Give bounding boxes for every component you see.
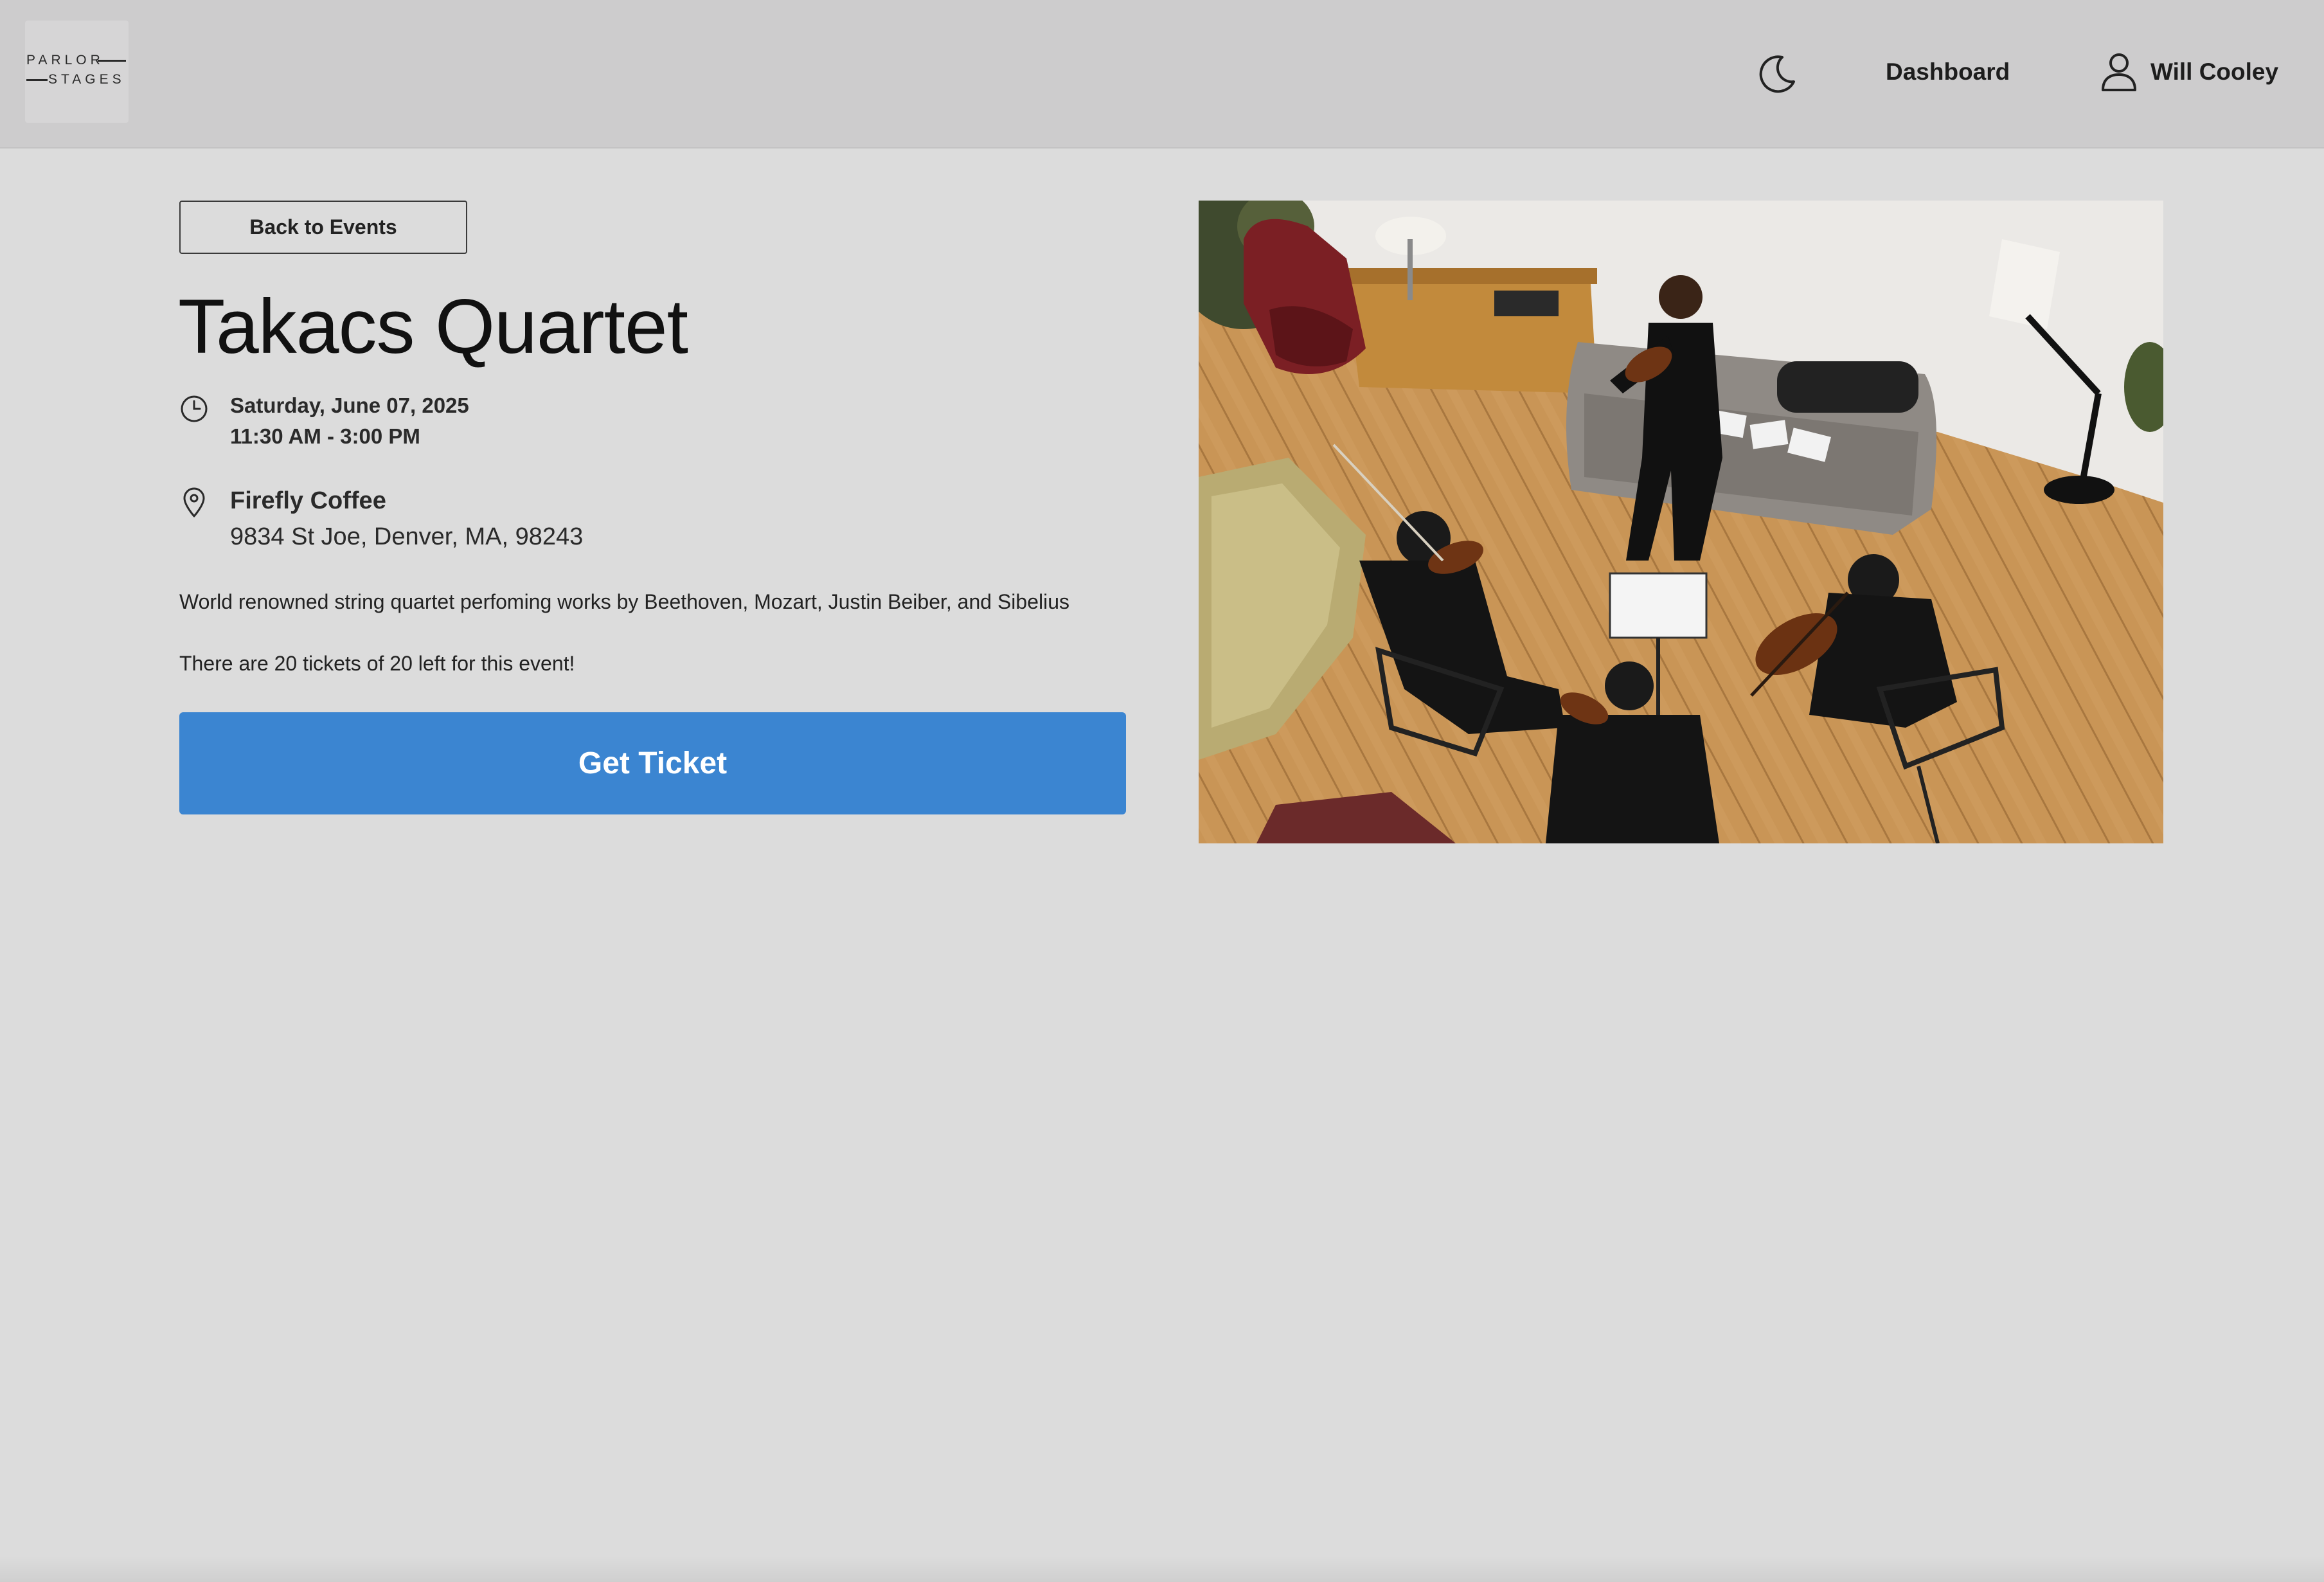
venue-address: 9834 St Joe, Denver, MA, 98243 bbox=[230, 523, 584, 550]
event-description: World renowned string quartet perfoming … bbox=[179, 590, 1070, 613]
logo-line-1: PARLOR bbox=[26, 53, 104, 67]
event-photo bbox=[1199, 201, 2163, 843]
logo-rule bbox=[98, 60, 126, 62]
parlor-stages-logo[interactable]: PARLOR STAGES bbox=[25, 21, 129, 123]
logo-line-2: STAGES bbox=[48, 72, 125, 87]
clock-icon bbox=[181, 395, 208, 422]
nav-dashboard-link[interactable]: Dashboard bbox=[1886, 54, 2010, 90]
user-icon bbox=[2102, 53, 2136, 91]
theme-toggle-button[interactable] bbox=[1749, 46, 1805, 102]
logo-rule bbox=[26, 79, 48, 81]
event-time: 11:30 AM - 3:00 PM bbox=[230, 424, 420, 448]
map-pin-icon bbox=[183, 487, 205, 517]
tickets-remaining-text: There are 20 tickets of 20 left for this… bbox=[179, 652, 575, 675]
event-title: Takacs Quartet bbox=[178, 283, 688, 370]
user-name: Will Cooley bbox=[2150, 58, 2279, 85]
user-menu[interactable]: Will Cooley bbox=[2100, 49, 2278, 95]
get-ticket-button[interactable]: Get Ticket bbox=[179, 712, 1126, 814]
string-quartet-illustration bbox=[1199, 201, 2163, 843]
top-navbar: PARLOR STAGES Dashboard Will Cooley bbox=[0, 0, 2324, 148]
venue-name: Firefly Coffee bbox=[230, 487, 386, 514]
moon-icon bbox=[1759, 55, 1795, 93]
bottom-shadow bbox=[0, 1556, 2324, 1582]
event-date: Saturday, June 07, 2025 bbox=[230, 393, 469, 417]
back-to-events-button[interactable]: Back to Events bbox=[179, 201, 467, 254]
